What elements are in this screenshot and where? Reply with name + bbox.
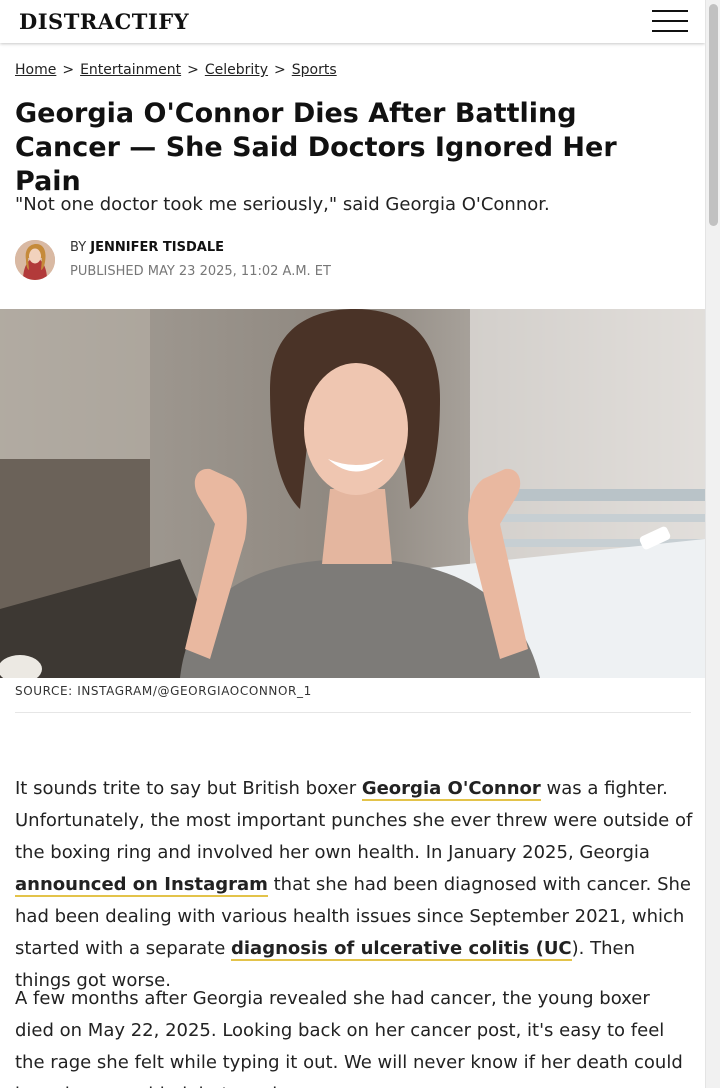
breadcrumb-home[interactable]: Home	[15, 62, 56, 78]
breadcrumb-celebrity[interactable]: Celebrity	[205, 62, 268, 78]
breadcrumb-separator: >	[187, 62, 199, 78]
article-paragraph: It sounds trite to say but British boxer…	[15, 773, 693, 997]
link-announced-on-instagram[interactable]: announced on Instagram	[15, 874, 268, 897]
hero-image	[0, 309, 705, 678]
breadcrumb: Home > Entertainment > Celebrity > Sports	[15, 62, 337, 78]
site-header: DISTRACTIFY	[0, 0, 705, 43]
scrollbar-thumb[interactable]	[709, 4, 718, 226]
author-avatar[interactable]	[15, 240, 55, 280]
breadcrumb-sports[interactable]: Sports	[292, 62, 337, 78]
byline: BY Jennifer Tisdale	[70, 240, 224, 255]
image-caption: Source: Instagram/@georgiaoconnor_1	[15, 684, 312, 698]
link-georgia-oconnor[interactable]: Georgia O'Connor	[361, 778, 541, 801]
byline-prefix: BY	[70, 240, 87, 255]
paragraph-text: A few months after Georgia revealed she …	[15, 988, 683, 1088]
page-scrollbar[interactable]	[705, 0, 720, 1088]
breadcrumb-separator: >	[274, 62, 286, 78]
breadcrumb-entertainment[interactable]: Entertainment	[80, 62, 181, 78]
site-logo[interactable]: DISTRACTIFY	[19, 9, 189, 34]
caption-divider	[15, 712, 691, 713]
breadcrumb-separator: >	[62, 62, 75, 78]
article-dek: "Not one doctor took me seriously," said…	[15, 194, 550, 215]
article-paragraph: A few months after Georgia revealed she …	[15, 983, 693, 1088]
paragraph-text: It sounds trite to say but British boxer	[15, 778, 362, 799]
published-date: PUBLISHED MAY 23 2025, 11:02 A.M. ET	[70, 264, 331, 279]
article-headline: Georgia O'Connor Dies After Battling Can…	[15, 98, 617, 197]
author-link[interactable]: Jennifer Tisdale	[90, 240, 224, 255]
link-diagnosis-ulcerative-colitis[interactable]: diagnosis of ulcerative colitis (UC	[231, 938, 572, 961]
hamburger-menu-icon[interactable]	[652, 10, 688, 33]
